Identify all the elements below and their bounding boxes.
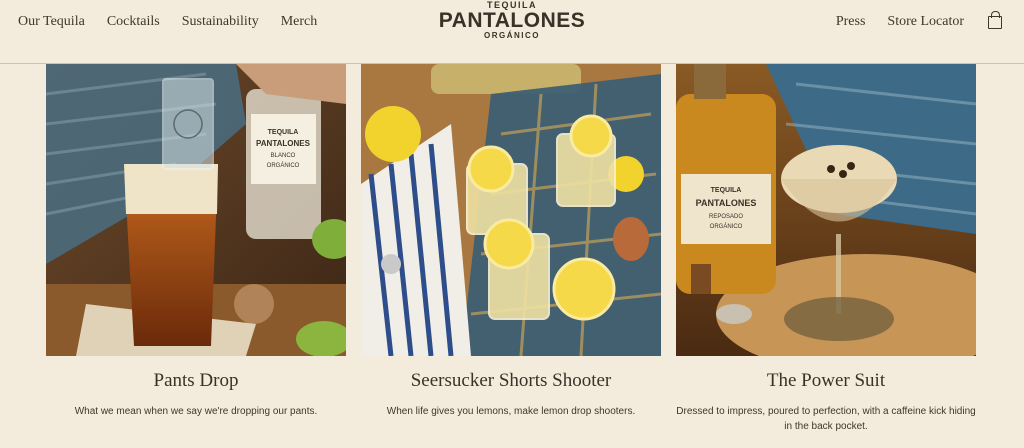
seersucker-illustration: [361, 64, 661, 356]
brand-logo[interactable]: TEQUILA PANTALONES ORGÁNICO: [439, 0, 586, 40]
card-description: Dressed to impress, poured to perfection…: [676, 406, 976, 432]
primary-nav: Our Tequila Cocktails Sustainability Mer…: [18, 14, 317, 30]
pants-drop-illustration: TEQUILA PANTALONES BLANCO ORGÁNICO: [46, 64, 346, 356]
bottle-label-text: BLANCO: [271, 153, 296, 159]
cocktail-photo-power-suit[interactable]: TEQUILA PANTALONES REPOSADO ORGÁNICO: [676, 64, 976, 356]
cocktail-card-pants-drop: TEQUILA PANTALONES BLANCO ORGÁNICO Pants…: [46, 64, 346, 417]
cocktail-card-power-suit: TEQUILA PANTALONES REPOSADO ORGÁNICO The…: [676, 64, 976, 432]
card-title[interactable]: Seersucker Shorts Shooter: [361, 370, 661, 392]
bottle-label-text: REPOSADO: [709, 214, 743, 220]
nav-merch[interactable]: Merch: [281, 14, 318, 30]
nav-store-locator[interactable]: Store Locator: [887, 14, 964, 30]
bottle-label-text: ORGÁNICO: [267, 162, 300, 169]
nav-cocktails[interactable]: Cocktails: [107, 14, 160, 30]
logo-bottom-text: ORGÁNICO: [484, 31, 540, 40]
bottle-label-text: ORGÁNICO: [710, 223, 743, 230]
card-description: When life gives you lemons, make lemon d…: [386, 406, 636, 417]
card-title[interactable]: The Power Suit: [676, 370, 976, 392]
cocktail-photo-pants-drop[interactable]: TEQUILA PANTALONES BLANCO ORGÁNICO: [46, 64, 346, 356]
bottle-label-text: PANTALONES: [256, 139, 311, 148]
nav-our-tequila[interactable]: Our Tequila: [18, 14, 85, 30]
shopping-bag-icon[interactable]: [988, 11, 1002, 29]
card-description: What we mean when we say we're dropping …: [74, 406, 318, 417]
logo-main-text: PANTALONES: [438, 9, 586, 32]
secondary-nav: Press Store Locator: [836, 14, 964, 30]
cocktail-photo-seersucker[interactable]: [361, 64, 661, 356]
bottle-label-text: PANTALONES: [696, 198, 757, 208]
card-title[interactable]: Pants Drop: [46, 370, 346, 392]
power-suit-illustration: TEQUILA PANTALONES REPOSADO ORGÁNICO: [676, 64, 976, 356]
nav-sustainability[interactable]: Sustainability: [182, 14, 259, 30]
cocktail-card-seersucker: Seersucker Shorts Shooter When life give…: [361, 64, 661, 417]
bottle-label-text: TEQUILA: [268, 129, 299, 136]
site-header: Our Tequila Cocktails Sustainability Mer…: [0, 0, 1024, 64]
bottle-label-text: TEQUILA: [711, 187, 742, 194]
nav-press[interactable]: Press: [836, 14, 866, 30]
